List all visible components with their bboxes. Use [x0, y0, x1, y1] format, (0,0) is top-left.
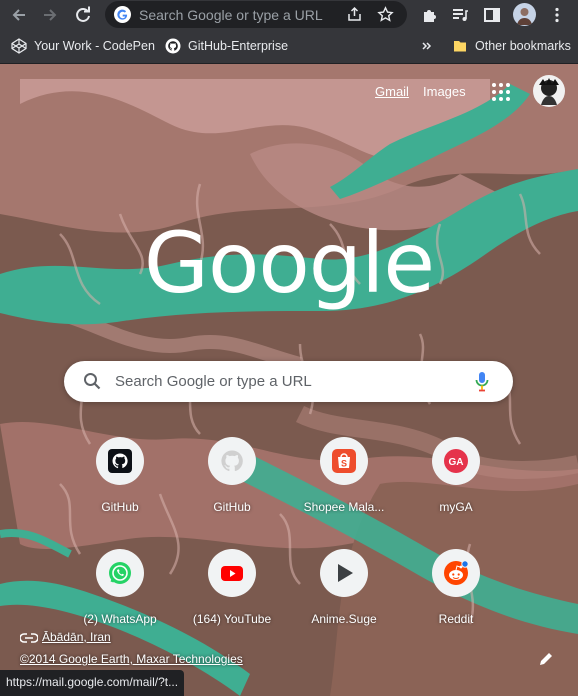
- play-icon: [338, 564, 353, 582]
- double-chevron-icon: [422, 42, 432, 50]
- bookmark-github-enterprise[interactable]: GitHub-Enterprise: [165, 38, 288, 54]
- omnibox[interactable]: Search Google or type a URL: [105, 1, 407, 28]
- bookmarks-bar: Your Work - CodePen GitHub-Enterprise Ot…: [0, 30, 578, 64]
- svg-text:S: S: [341, 459, 347, 469]
- youtube-icon: [221, 566, 243, 581]
- playlist-icon: [453, 9, 468, 21]
- ga-icon: GA: [444, 449, 468, 473]
- search-input[interactable]: [115, 361, 465, 402]
- other-bookmarks-label: Other bookmarks: [475, 39, 571, 53]
- forward-button[interactable]: [38, 3, 62, 27]
- search-box[interactable]: [64, 361, 513, 402]
- google-logo: Google: [143, 214, 435, 312]
- folder-icon: [452, 38, 468, 54]
- shortcut-icon-container: [96, 437, 144, 485]
- omnibox-text: Search Google or type a URL: [139, 7, 323, 23]
- link-icon: [19, 633, 39, 643]
- account-avatar[interactable]: [533, 75, 565, 107]
- google-apps-icon[interactable]: [491, 82, 511, 102]
- bookmark-label: GitHub-Enterprise: [188, 39, 289, 53]
- reload-icon: [76, 6, 90, 22]
- shortcut-tile[interactable]: Anime.Suge: [288, 540, 400, 640]
- shortcut-label: (2) WhatsApp: [83, 612, 157, 626]
- profile-avatar[interactable]: [513, 3, 536, 26]
- shortcut-icon-container: [96, 549, 144, 597]
- copyright-link[interactable]: ©2014 Google Earth, Maxar Technologies: [20, 652, 243, 666]
- github-icon: [165, 38, 181, 54]
- location-link[interactable]: Ābādān, Iran: [42, 630, 111, 644]
- shortcut-label: Shopee Mala...: [303, 500, 385, 514]
- shortcut-tile[interactable]: GitHub: [176, 428, 288, 528]
- new-tab-page: Gmail Images Google GitHub GitHub S Shop…: [0, 64, 578, 696]
- svg-text:GA: GA: [449, 457, 464, 468]
- share-icon[interactable]: [346, 6, 363, 23]
- shortcut-label: myGA: [439, 500, 473, 514]
- shopee-icon: S: [332, 449, 356, 473]
- profile-picture-icon: [517, 8, 532, 25]
- shortcut-tile[interactable]: (164) YouTube: [176, 540, 288, 640]
- bookmark-codepen[interactable]: Your Work - CodePen: [11, 38, 155, 54]
- shortcut-tile[interactable]: GA myGA: [400, 428, 512, 528]
- codepen-icon: [11, 38, 27, 54]
- shortcut-icon-container: [432, 549, 480, 597]
- back-button[interactable]: [7, 3, 31, 27]
- shortcut-icon-container: S: [320, 437, 368, 485]
- shortcut-icon-container: [320, 549, 368, 597]
- shortcut-tile[interactable]: (2) WhatsApp: [64, 540, 176, 640]
- more-vert-icon: [555, 7, 559, 23]
- other-bookmarks-folder[interactable]: Other bookmarks: [452, 38, 571, 54]
- shortcut-label: GitHub: [101, 500, 139, 514]
- github-icon: [221, 450, 243, 472]
- shortcut-label: Anime.Suge: [311, 612, 377, 626]
- pencil-icon[interactable]: [538, 651, 554, 667]
- whatsapp-icon: [109, 562, 131, 584]
- shortcut-tile[interactable]: Reddit: [400, 540, 512, 640]
- github-icon: [108, 449, 132, 473]
- reddit-icon: [444, 560, 469, 585]
- puzzle-icon: [424, 10, 436, 22]
- browser-toolbar: Search Google or type a URL: [0, 0, 578, 30]
- background-location[interactable]: Ābādān, Iran: [19, 630, 111, 644]
- media-control-button[interactable]: [448, 3, 472, 27]
- bookmarks-overflow-button[interactable]: [421, 38, 433, 54]
- shortcut-tile[interactable]: S Shopee Mala...: [288, 428, 400, 528]
- shortcut-label: (164) YouTube: [192, 612, 272, 626]
- search-icon: [84, 373, 101, 390]
- profile-picture-icon: [539, 78, 559, 105]
- microphone-icon[interactable]: [475, 371, 489, 392]
- shortcut-label: GitHub: [213, 500, 251, 514]
- bookmark-label: Your Work - CodePen: [34, 39, 155, 53]
- back-arrow-icon: [12, 9, 25, 21]
- shortcut-icon-container: [208, 549, 256, 597]
- extensions-button[interactable]: [418, 3, 442, 27]
- status-bubble: https://mail.google.com/mail/?t...: [0, 670, 185, 696]
- forward-arrow-icon: [44, 9, 57, 21]
- background-copyright[interactable]: ©2014 Google Earth, Maxar Technologies: [20, 652, 243, 666]
- google-g-icon: [114, 6, 131, 23]
- images-link[interactable]: Images: [423, 84, 466, 99]
- chrome-menu-button[interactable]: [545, 3, 569, 27]
- gmail-link[interactable]: Gmail: [375, 84, 409, 99]
- side-panel-button[interactable]: [480, 3, 504, 27]
- side-panel-icon: [484, 8, 500, 22]
- shortcut-label: Reddit: [438, 612, 474, 626]
- shortcut-icon-container: [208, 437, 256, 485]
- reload-button[interactable]: [71, 3, 95, 27]
- shortcut-icon-container: GA: [432, 437, 480, 485]
- shortcut-tile[interactable]: GitHub: [64, 428, 176, 528]
- star-icon[interactable]: [377, 6, 394, 23]
